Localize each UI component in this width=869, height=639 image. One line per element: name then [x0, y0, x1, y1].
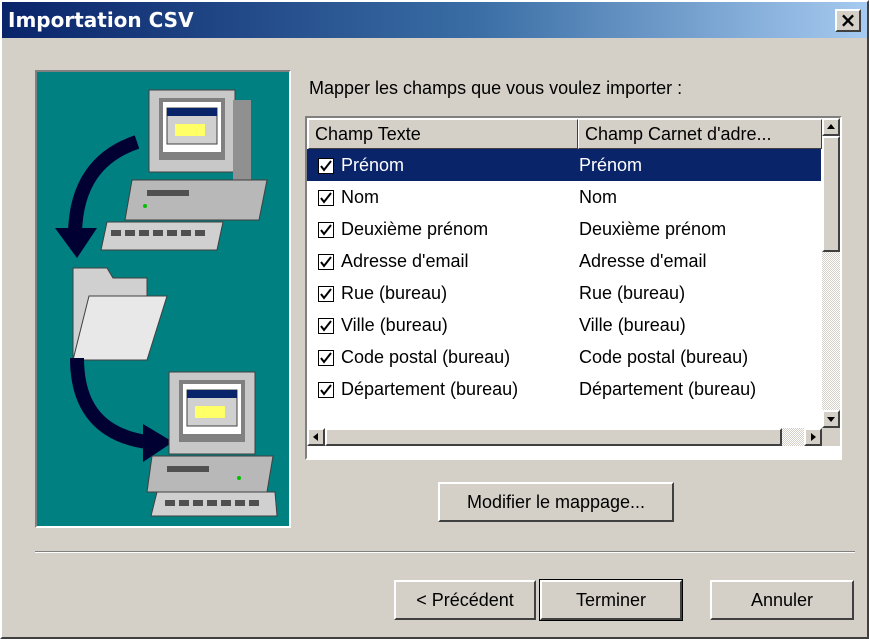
checkmark-icon — [320, 352, 332, 364]
checkmark-icon — [320, 384, 332, 396]
mapping-row[interactable]: Nom Nom — [307, 181, 821, 213]
column-header-address-book-field[interactable]: Champ Carnet d'adre... — [578, 119, 822, 149]
checkmark-icon — [320, 288, 332, 300]
address-book-field-name: Deuxième prénom — [579, 219, 727, 239]
row-checkbox[interactable] — [318, 318, 334, 334]
row-checkbox[interactable] — [318, 382, 334, 398]
text-field-name: Deuxième prénom — [341, 219, 489, 239]
arrow-up-icon — [827, 124, 835, 129]
arrow-down-icon — [827, 417, 835, 422]
mapping-row[interactable]: Rue (bureau) Rue (bureau) — [307, 277, 821, 309]
close-button[interactable]: × — [835, 9, 861, 32]
row-checkbox[interactable] — [318, 158, 334, 174]
vertical-scrollbar[interactable] — [822, 118, 840, 428]
import-illustration-icon — [55, 89, 278, 517]
field-mapping-list[interactable]: Champ Texte Champ Carnet d'adre... Préno… — [305, 116, 842, 460]
mapping-row[interactable]: Code postal (bureau) Code postal (bureau) — [307, 341, 821, 373]
address-book-field-name: Rue (bureau) — [579, 283, 686, 303]
row-checkbox[interactable] — [318, 190, 334, 206]
back-button[interactable]: < Précédent — [394, 580, 536, 620]
scroll-up-button[interactable] — [822, 118, 840, 136]
modify-mapping-button[interactable]: Modifier le mappage... — [438, 482, 674, 522]
address-book-field-name: Adresse d'email — [579, 251, 707, 271]
mapping-row[interactable]: Prénom Prénom — [307, 149, 821, 181]
checkmark-icon — [320, 256, 332, 268]
folder-icon — [72, 267, 168, 361]
wizard-illustration — [35, 70, 291, 528]
checkmark-icon — [320, 224, 332, 236]
text-field-name: Code postal (bureau) — [341, 347, 511, 367]
top-computer-icon — [100, 89, 268, 251]
mapping-instruction-label: Mapper les champs que vous voulez import… — [309, 78, 683, 98]
address-book-field-name: Ville (bureau) — [579, 315, 686, 335]
address-book-field-name: Département (bureau) — [579, 379, 757, 399]
mapping-row[interactable]: Ville (bureau) Ville (bureau) — [307, 309, 821, 341]
address-book-field-name: Code postal (bureau) — [579, 347, 749, 367]
column-header-text-field[interactable]: Champ Texte — [308, 119, 578, 149]
row-checkbox[interactable] — [318, 286, 334, 302]
title-bar[interactable]: Importation CSV × — [2, 2, 867, 38]
scroll-left-button[interactable] — [307, 428, 325, 446]
checkmark-icon — [320, 320, 332, 332]
checkmark-icon — [320, 192, 332, 204]
row-checkbox[interactable] — [318, 350, 334, 366]
text-field-name: Nom — [341, 187, 380, 207]
scroll-corner — [822, 428, 840, 446]
import-csv-dialog: Importation CSV × Mapper les champs que … — [0, 0, 869, 639]
window-title: Importation CSV — [8, 8, 194, 32]
checkmark-icon — [320, 160, 332, 172]
text-field-name: Ville (bureau) — [341, 315, 448, 335]
row-checkbox[interactable] — [318, 254, 334, 270]
separator — [35, 551, 855, 553]
cancel-button[interactable]: Annuler — [710, 580, 854, 620]
vertical-scroll-thumb[interactable] — [822, 136, 840, 252]
horizontal-scrollbar[interactable] — [307, 428, 822, 446]
arrow-right-icon — [811, 433, 816, 441]
row-checkbox[interactable] — [318, 222, 334, 238]
finish-button[interactable]: Terminer — [539, 579, 683, 621]
scroll-right-button[interactable] — [804, 428, 822, 446]
horizontal-scroll-thumb[interactable] — [325, 428, 782, 446]
address-book-field-name: Prénom — [579, 155, 643, 175]
arrow-left-icon — [313, 433, 318, 441]
text-field-name: Prénom — [341, 155, 405, 175]
text-field-name: Département (bureau) — [341, 379, 519, 399]
mapping-row[interactable]: Département (bureau) Département (bureau) — [307, 373, 821, 405]
scroll-down-button[interactable] — [822, 410, 840, 428]
mapping-row[interactable]: Deuxième prénom Deuxième prénom — [307, 213, 821, 245]
text-field-name: Adresse d'email — [341, 251, 469, 271]
mapping-row[interactable]: Adresse d'email Adresse d'email — [307, 245, 821, 277]
address-book-field-name: Nom — [579, 187, 618, 207]
text-field-name: Rue (bureau) — [341, 283, 448, 303]
